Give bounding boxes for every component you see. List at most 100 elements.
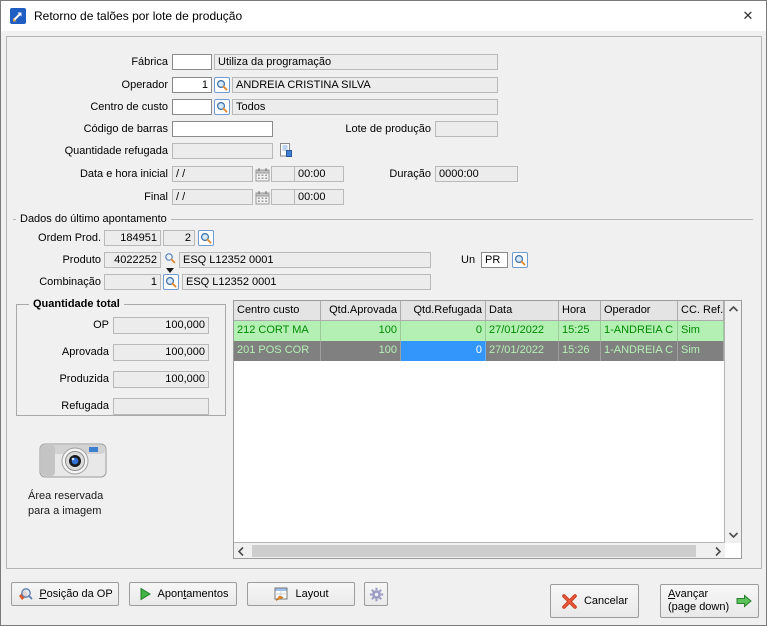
avancar-label: Avançar (page down) bbox=[668, 588, 730, 613]
quantidade-refugada-label: Quantidade refugada bbox=[64, 145, 168, 157]
un-label: Un bbox=[461, 254, 476, 266]
column-header-centro-custo[interactable]: Centro custo bbox=[234, 301, 321, 321]
scroll-up-icon[interactable] bbox=[728, 305, 739, 313]
fabrica-desc-field: Utiliza da programação bbox=[214, 54, 498, 70]
horizontal-scrollbar-thumb[interactable] bbox=[252, 545, 696, 557]
posicao-da-op-label: Posição da OP bbox=[39, 588, 113, 600]
close-icon[interactable]: ✕ bbox=[732, 1, 764, 31]
aprovada-label: Aprovada bbox=[61, 346, 109, 358]
dialog-window: Retorno de talões por lote de produção ✕… bbox=[0, 0, 767, 626]
cell-qtd-refugada[interactable]: 0 bbox=[401, 321, 486, 341]
op-label: OP bbox=[93, 319, 109, 331]
cell-cc-ref[interactable]: Sim bbox=[678, 341, 724, 361]
apontamentos-table: Centro custo Qtd.Aprovada Qtd.Refugada D… bbox=[233, 300, 742, 559]
scroll-down-icon[interactable] bbox=[728, 531, 739, 539]
operador-desc-field: ANDREIA CRISTINA SILVA bbox=[232, 77, 498, 93]
cell-operador[interactable]: 1-ANDREIA C bbox=[601, 341, 678, 361]
scroll-left-icon[interactable] bbox=[237, 546, 245, 557]
lote-producao-field bbox=[435, 121, 498, 137]
duracao-field: 0000:00 bbox=[435, 166, 518, 182]
posicao-da-op-button[interactable]: Posição da OP bbox=[11, 582, 119, 606]
fabrica-label: Fábrica bbox=[131, 56, 168, 68]
table-row-selected[interactable]: 201 POS COR 100 0 27/01/2022 15:26 1-AND… bbox=[234, 341, 724, 361]
operador-search-icon[interactable] bbox=[214, 77, 230, 93]
column-header-qtd-aprovada[interactable]: Qtd.Aprovada bbox=[321, 301, 401, 321]
ordem-search-icon[interactable] bbox=[198, 230, 214, 246]
camera-icon bbox=[37, 435, 109, 483]
operador-input[interactable]: 1 bbox=[172, 77, 212, 93]
duracao-label: Duração bbox=[389, 168, 431, 180]
app-icon bbox=[10, 8, 26, 24]
cancel-x-icon bbox=[561, 593, 578, 610]
report-icon[interactable] bbox=[278, 142, 294, 158]
centro-custo-search-icon[interactable] bbox=[214, 99, 230, 115]
produzida-label: Produzida bbox=[59, 373, 109, 385]
image-area-caption-line1: Área reservada bbox=[28, 490, 104, 502]
data-hora-inicial-label: Data e hora inicial bbox=[79, 168, 168, 180]
avancar-button[interactable]: Avançar (page down) bbox=[660, 584, 759, 618]
layout-icon bbox=[273, 586, 289, 602]
quantidade-total-title: Quantidade total bbox=[29, 297, 124, 311]
scroll-right-icon[interactable] bbox=[714, 546, 722, 557]
window-title: Retorno de talões por lote de produção bbox=[34, 9, 243, 23]
cell-qtd-aprovada[interactable]: 100 bbox=[321, 321, 401, 341]
chevron-down-icon[interactable] bbox=[166, 268, 174, 273]
hora-final-field: 00:00 bbox=[294, 189, 344, 205]
op-total-field: 100,000 bbox=[113, 317, 209, 334]
calendar-icon[interactable] bbox=[254, 166, 270, 182]
cell-qtd-aprovada[interactable]: 100 bbox=[321, 341, 401, 361]
un-input[interactable]: PR bbox=[481, 252, 508, 268]
cell-hora[interactable]: 15:25 bbox=[559, 321, 601, 341]
settings-button[interactable] bbox=[364, 582, 388, 606]
cancelar-button[interactable]: Cancelar bbox=[550, 584, 639, 618]
cell-operador[interactable]: 1-ANDREIA C bbox=[601, 321, 678, 341]
column-header-hora[interactable]: Hora bbox=[559, 301, 601, 321]
produto-desc-field: ESQ L12352 0001 bbox=[179, 252, 431, 268]
data-inicial-field: / / bbox=[172, 166, 253, 182]
produto-search-icon[interactable] bbox=[163, 251, 177, 265]
vertical-scrollbar[interactable] bbox=[724, 301, 741, 543]
codigo-barras-label: Código de barras bbox=[83, 123, 168, 135]
cell-data[interactable]: 27/01/2022 bbox=[486, 341, 559, 361]
apontamento-group-title: Dados do último apontamento bbox=[16, 212, 171, 226]
gear-icon bbox=[369, 587, 384, 602]
centro-custo-desc-field: Todos bbox=[232, 99, 498, 115]
cell-cc-ref[interactable]: Sim bbox=[678, 321, 724, 341]
produto-field: 4022252 bbox=[104, 252, 161, 268]
layout-button[interactable]: Layout bbox=[247, 582, 355, 606]
combinacao-label: Combinação bbox=[39, 276, 101, 288]
horizontal-scrollbar[interactable] bbox=[234, 542, 725, 558]
ordem-prod-field: 184951 bbox=[104, 230, 161, 246]
column-header-qtd-refugada[interactable]: Qtd.Refugada bbox=[401, 301, 486, 321]
cell-hora[interactable]: 15:26 bbox=[559, 341, 601, 361]
hora-final-extra-field bbox=[271, 189, 295, 205]
image-area-caption: Área reservada para a imagem bbox=[28, 489, 168, 519]
produzida-total-field: 100,000 bbox=[113, 371, 209, 388]
cell-centro-custo[interactable]: 212 CORT MA bbox=[234, 321, 321, 341]
fabrica-input[interactable] bbox=[172, 54, 212, 70]
op-position-icon bbox=[17, 586, 33, 602]
apontamentos-label: Apontamentos bbox=[157, 588, 229, 600]
data-final-field: / / bbox=[172, 189, 253, 205]
codigo-barras-input[interactable] bbox=[172, 121, 273, 137]
operador-label: Operador bbox=[121, 79, 168, 91]
cell-data[interactable]: 27/01/2022 bbox=[486, 321, 559, 341]
column-header-operador[interactable]: Operador bbox=[601, 301, 678, 321]
un-search-icon[interactable] bbox=[512, 252, 528, 268]
titlebar: Retorno de talões por lote de produção ✕ bbox=[1, 1, 766, 31]
combinacao-field: 1 bbox=[104, 274, 161, 290]
final-label: Final bbox=[144, 191, 168, 203]
calendar-icon[interactable] bbox=[254, 189, 270, 205]
cell-centro-custo[interactable]: 201 POS COR bbox=[234, 341, 321, 361]
lote-producao-label: Lote de produção bbox=[345, 123, 431, 135]
cancelar-label: Cancelar bbox=[583, 595, 629, 607]
cell-qtd-refugada-focused[interactable]: 0 bbox=[401, 341, 486, 361]
apontamentos-button[interactable]: Apontamentos bbox=[129, 582, 237, 606]
refugada-total-field bbox=[113, 398, 209, 415]
forward-arrow-icon bbox=[735, 593, 753, 609]
table-row[interactable]: 212 CORT MA 100 0 27/01/2022 15:25 1-AND… bbox=[234, 321, 724, 341]
centro-custo-input[interactable] bbox=[172, 99, 212, 115]
column-header-cc-ref[interactable]: CC. Ref. bbox=[678, 301, 724, 321]
combinacao-search-icon[interactable] bbox=[163, 274, 179, 290]
column-header-data[interactable]: Data bbox=[486, 301, 559, 321]
